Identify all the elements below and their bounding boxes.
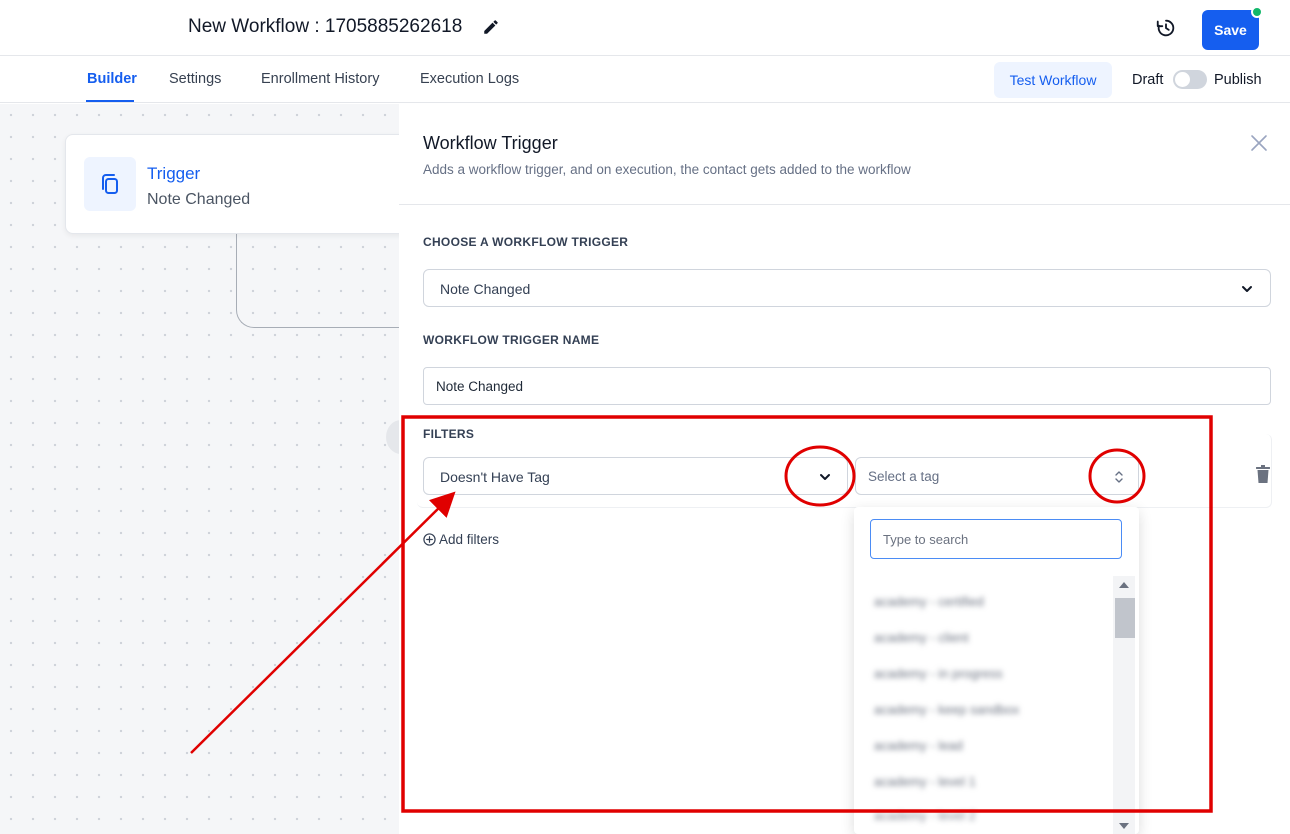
trigger-title: Trigger <box>147 164 201 183</box>
test-workflow-button[interactable]: Test Workflow <box>994 62 1112 98</box>
trigger-icon-container <box>84 157 136 211</box>
trigger-select-value: Note Changed <box>440 281 531 297</box>
close-icon[interactable] <box>1250 134 1268 152</box>
tag-select-placeholder: Select a tag <box>868 469 940 484</box>
dropdown-option[interactable]: academy - in progress <box>874 666 1003 681</box>
tab-bar: Builder Settings Enrollment History Exec… <box>0 56 1290 103</box>
chevron-down-icon[interactable] <box>818 470 832 484</box>
dropdown-option[interactable]: academy - level 2 <box>874 808 976 823</box>
workflow-title[interactable]: New Workflow : 1705885262618 <box>188 16 462 38</box>
dropdown-option[interactable]: academy - client <box>874 630 969 645</box>
copy-icon <box>102 174 118 194</box>
name-section-label: WORKFLOW TRIGGER NAME <box>423 333 600 347</box>
trigger-node-card[interactable]: Trigger Note Changed <box>65 134 425 234</box>
chevron-up-down-icon[interactable] <box>1112 467 1126 487</box>
publish-label: Publish <box>1214 72 1262 88</box>
tab-settings[interactable]: Settings <box>169 71 221 87</box>
publish-toggle[interactable] <box>1173 70 1207 89</box>
save-button[interactable]: Save <box>1202 10 1259 50</box>
dropdown-option[interactable]: academy - keep sandbox <box>874 702 1019 717</box>
workflow-canvas[interactable]: Trigger Note Changed <box>0 104 436 834</box>
filter-condition-select[interactable]: Doesn't Have Tag <box>423 457 848 495</box>
active-tab-indicator <box>86 100 134 102</box>
tab-enrollment-history[interactable]: Enrollment History <box>261 71 379 87</box>
plus-circle-icon <box>423 533 436 546</box>
status-dot <box>1251 6 1263 18</box>
dropdown-option[interactable]: academy - level 1 <box>874 774 976 789</box>
history-icon[interactable] <box>1155 17 1177 39</box>
trigger-select[interactable]: Note Changed <box>423 269 1271 307</box>
draft-label: Draft <box>1132 72 1164 88</box>
tag-dropdown-menu: academy - certified academy - client aca… <box>854 507 1139 834</box>
panel-title: Workflow Trigger <box>423 133 558 153</box>
trigger-name-input[interactable] <box>423 367 1271 405</box>
tag-search-input[interactable] <box>870 519 1122 559</box>
dropdown-option[interactable]: academy - certified <box>874 594 984 609</box>
scrollbar-thumb[interactable] <box>1115 598 1135 638</box>
filter-condition-value: Doesn't Have Tag <box>440 469 550 485</box>
scroll-down-arrow-icon[interactable] <box>1119 823 1129 829</box>
workflow-trigger-panel: Workflow Trigger Adds a workflow trigger… <box>399 104 1290 834</box>
trigger-subtitle: Note Changed <box>147 191 251 208</box>
divider <box>399 204 1290 205</box>
filters-label: FILTERS <box>423 427 475 441</box>
tab-builder[interactable]: Builder <box>87 71 137 87</box>
dropdown-option[interactable]: academy - lead <box>874 738 963 753</box>
panel-subtitle: Adds a workflow trigger, and on executio… <box>423 162 911 177</box>
scroll-up-arrow-icon[interactable] <box>1119 582 1129 588</box>
chevron-down-icon <box>1242 286 1252 292</box>
toggle-knob <box>1175 72 1190 87</box>
add-filters-button[interactable]: Add filters <box>423 532 499 547</box>
pencil-icon[interactable] <box>482 18 500 36</box>
dropdown-scrollbar[interactable] <box>1113 576 1135 834</box>
top-header: New Workflow : 1705885262618 Save <box>0 0 1290 56</box>
tag-select[interactable]: Select a tag <box>855 457 1139 495</box>
trigger-section-label: CHOOSE A WORKFLOW TRIGGER <box>423 235 629 249</box>
trash-icon[interactable] <box>1255 464 1271 484</box>
tab-execution-logs[interactable]: Execution Logs <box>420 71 519 87</box>
add-filters-label: Add filters <box>439 532 500 547</box>
